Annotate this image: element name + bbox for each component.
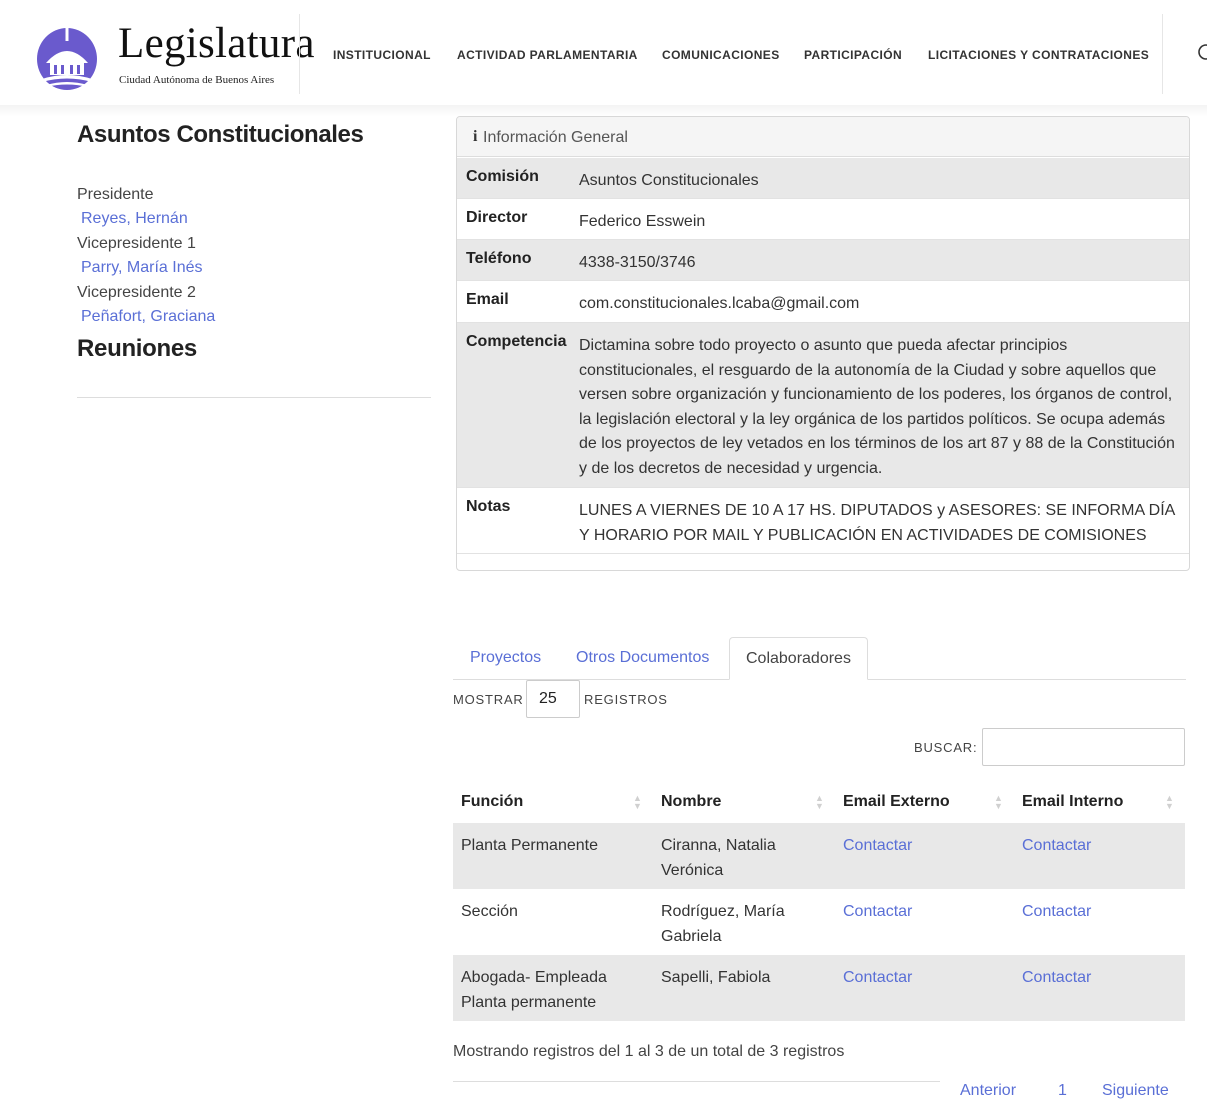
search-icon[interactable] <box>1196 42 1207 64</box>
cell-nombre: Rodríguez, María Gabriela <box>661 903 785 945</box>
info-row-comision: Comisión Asuntos Constitucionales <box>457 158 1189 199</box>
divider <box>77 397 431 398</box>
email-externo-link[interactable]: Contactar <box>843 834 912 859</box>
info-value: Asuntos Constitucionales <box>579 172 759 189</box>
info-label: Director <box>466 209 528 226</box>
sort-icon[interactable]: ▲ ▼ <box>994 794 1003 811</box>
table-row: Abogada- Empleada Planta permanente Sape… <box>453 955 1185 1021</box>
column-header-email-externo[interactable]: Email Externo <box>843 793 950 811</box>
info-row-email: Email com.constitucionales.lcaba@gmail.c… <box>457 281 1189 323</box>
tab-proyectos[interactable]: Proyectos <box>470 649 541 667</box>
nav-participacion[interactable]: PARTICIPACIÓN <box>804 48 902 62</box>
column-header-nombre[interactable]: Nombre <box>661 793 721 811</box>
sort-icon[interactable]: ▲ ▼ <box>1165 794 1174 811</box>
legislatura-logo-icon[interactable] <box>36 19 98 91</box>
pager-prev[interactable]: Anterior <box>960 1082 1016 1099</box>
role-label: Vicepresidente 2 <box>77 284 196 301</box>
table-info: Mostrando registros del 1 al 3 de un tot… <box>453 1043 845 1060</box>
nav-institucional[interactable]: INSTITUCIONAL <box>333 48 431 62</box>
table-search-input[interactable] <box>982 728 1185 766</box>
sort-icon[interactable]: ▲ ▼ <box>815 794 824 811</box>
search-label: BUSCAR: <box>914 740 978 755</box>
reuniones-heading: Reuniones <box>77 335 197 362</box>
email-externo-link[interactable]: Contactar <box>843 966 912 991</box>
committee-title: Asuntos Constitucionales <box>77 121 364 148</box>
email-interno-link[interactable]: Contactar <box>1022 900 1091 925</box>
cell-funcion: Abogada- Empleada Planta permanente <box>461 969 607 1011</box>
email-interno-link[interactable]: Contactar <box>1022 966 1091 991</box>
pager-next[interactable]: Siguiente <box>1102 1082 1169 1099</box>
logo-subtitle: Ciudad Autónoma de Buenos Aires <box>119 74 275 86</box>
cell-funcion: Planta Permanente <box>461 837 598 854</box>
logo-title[interactable]: Legislatura <box>118 22 315 65</box>
info-row-director: Director Federico Esswein <box>457 199 1189 240</box>
info-label: Notas <box>466 498 511 515</box>
info-panel-title: Información General <box>483 129 628 146</box>
info-value: LUNES A VIERNES DE 10 A 17 HS. DIPUTADOS… <box>579 502 1175 544</box>
cell-nombre: Ciranna, Natalia Verónica <box>661 837 776 879</box>
tab-colaboradores[interactable]: Colaboradores <box>729 637 868 680</box>
sort-icon[interactable]: ▲ ▼ <box>633 794 642 811</box>
info-row-notas: Notas LUNES A VIERNES DE 10 A 17 HS. DIP… <box>457 488 1189 554</box>
info-label: Comisión <box>466 168 539 185</box>
info-value: Dictamina sobre todo proyecto o asunto q… <box>579 337 1175 477</box>
nav-licitaciones[interactable]: LICITACIONES Y CONTRATACIONES <box>928 48 1149 62</box>
table-row: Planta Permanente Ciranna, Natalia Verón… <box>453 823 1185 889</box>
info-label: Competencia <box>466 333 567 350</box>
member-link[interactable]: Peñafort, Graciana <box>81 308 215 326</box>
info-panel-header: i Información General <box>457 117 1189 157</box>
column-header-funcion[interactable]: Función <box>461 793 523 811</box>
site-header: Legislatura Ciudad Autónoma de Buenos Ai… <box>0 0 1207 105</box>
header-divider <box>299 14 300 94</box>
tab-label: Colaboradores <box>746 650 851 667</box>
records-label: REGISTROS <box>584 692 668 707</box>
nav-comunicaciones[interactable]: COMUNICACIONES <box>662 48 780 62</box>
role-label: Vicepresidente 1 <box>77 235 196 252</box>
info-icon: i <box>473 128 478 145</box>
show-label: MOSTRAR <box>453 692 524 707</box>
info-label: Teléfono <box>466 250 532 267</box>
table-row: Sección Rodríguez, María Gabriela Contac… <box>453 889 1185 955</box>
info-label: Email <box>466 291 509 308</box>
info-value: 4338-3150/3746 <box>579 254 696 271</box>
pager-page-1[interactable]: 1 <box>1058 1082 1067 1099</box>
info-row-competencia: Competencia Dictamina sobre todo proyect… <box>457 323 1189 488</box>
cell-nombre: Sapelli, Fabiola <box>661 969 771 986</box>
info-panel: i Información General Comisión Asuntos C… <box>456 116 1190 571</box>
member-link[interactable]: Parry, María Inés <box>81 259 203 277</box>
info-row-telefono: Teléfono 4338-3150/3746 <box>457 240 1189 281</box>
email-interno-link[interactable]: Contactar <box>1022 834 1091 859</box>
cell-funcion: Sección <box>461 903 518 920</box>
role-label: Presidente <box>77 186 154 203</box>
page-length-select[interactable]: 25 <box>526 680 580 718</box>
header-divider <box>1162 14 1163 94</box>
nav-actividad-parlamentaria[interactable]: ACTIVIDAD PARLAMENTARIA <box>457 48 638 62</box>
email-externo-link[interactable]: Contactar <box>843 900 912 925</box>
info-value: Federico Esswein <box>579 213 706 230</box>
member-link[interactable]: Reyes, Hernán <box>81 210 188 228</box>
tab-otros-documentos[interactable]: Otros Documentos <box>576 649 709 667</box>
info-value: com.constitucionales.lcaba@gmail.com <box>579 295 860 312</box>
divider <box>453 1081 940 1082</box>
column-header-email-interno[interactable]: Email Interno <box>1022 793 1123 811</box>
